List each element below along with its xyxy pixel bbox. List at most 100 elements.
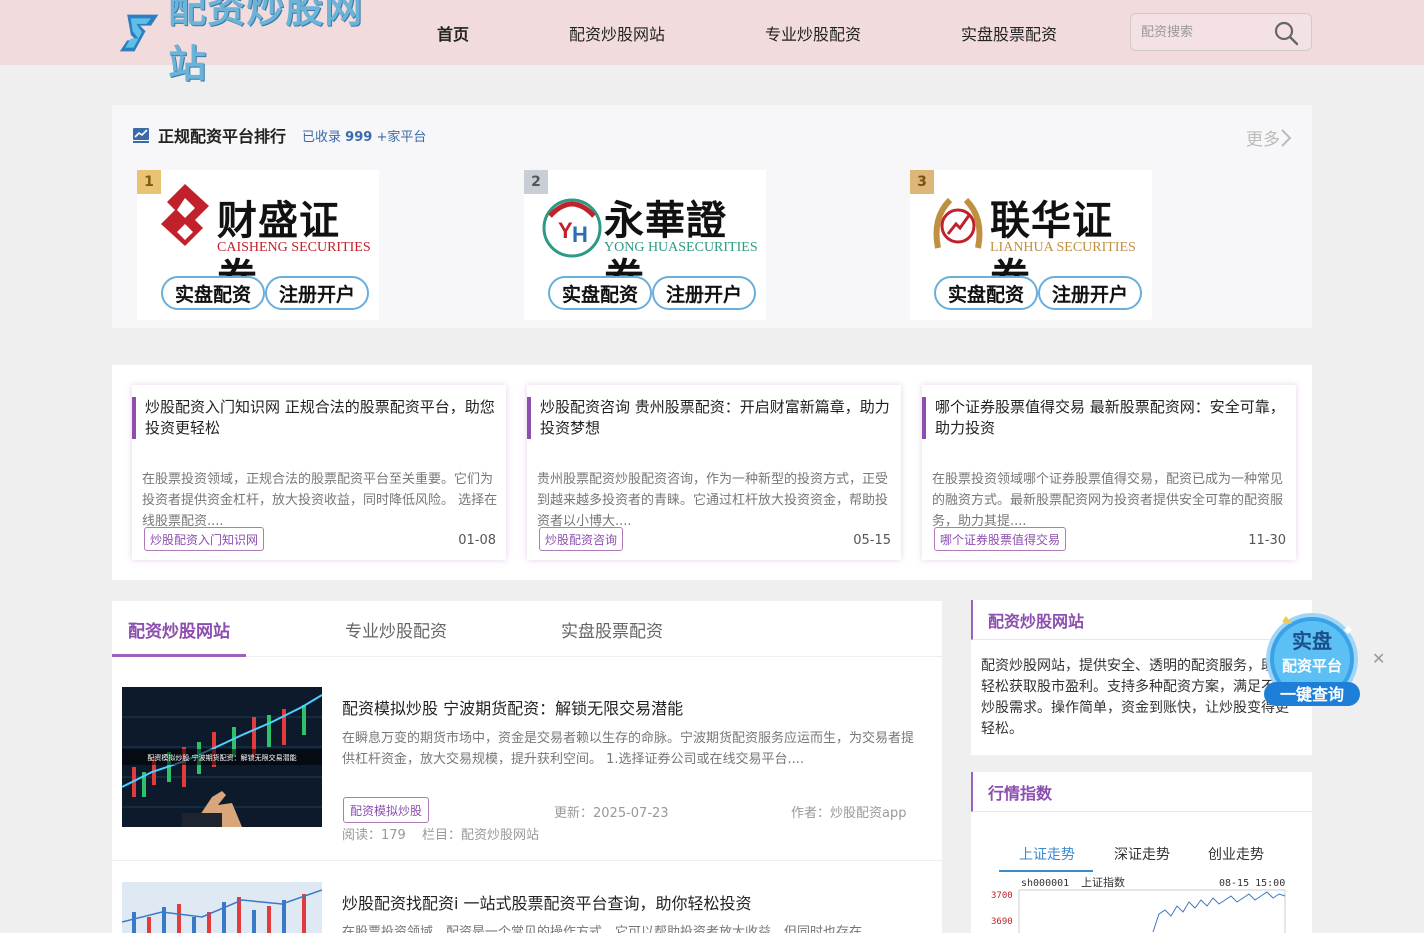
stock-chart-image: 配资模拟炒股 宁波期货配资：解锁无限交易潜能 bbox=[122, 687, 322, 827]
platform-name-en: LIANHUA SECURITIES bbox=[990, 240, 1136, 255]
nav-real-peizi[interactable]: 实盘股票配资 bbox=[961, 0, 1057, 65]
real-peizi-button[interactable]: 实盘配资 bbox=[161, 276, 266, 310]
article-title[interactable]: 哪个证券股票值得交易 最新股票配资网：安全可靠，助力投资 bbox=[922, 397, 1296, 439]
market-index-box: 行情指数 上证走势 深证走势 创业走势 sh000001 上证指数 08-15 … bbox=[971, 772, 1312, 933]
caisheng-logo-icon bbox=[161, 184, 209, 246]
article-tag[interactable]: 炒股配资咨询 bbox=[539, 527, 624, 551]
tab-shanghai[interactable]: 上证走势 bbox=[1019, 844, 1075, 864]
article-date: 11-30 bbox=[1248, 533, 1286, 548]
ranking-header: 正规配资平台排行 已收录 999 +家平台 bbox=[132, 123, 426, 147]
thumbnail-caption: 配资模拟炒股 宁波期货配资：解锁无限交易潜能 bbox=[147, 753, 296, 762]
query-widget[interactable]: 实盘 配资平台 一键查询 bbox=[1262, 612, 1362, 712]
article-card[interactable]: 哪个证券股票值得交易 最新股票配资网：安全可靠，助力投资 在股票投资领域哪个证券… bbox=[922, 385, 1296, 560]
article-summary: 在股票投资领域，正规合法的股票配资平台至关重要。它们为投资者提供资金杠杆，放大投… bbox=[142, 472, 498, 529]
post-tag[interactable]: 配资模拟炒股 bbox=[343, 797, 430, 823]
post-thumbnail[interactable]: 配资模拟炒股 宁波期货配资：解锁无限交易潜能 bbox=[122, 687, 322, 827]
index-chart: sh000001 上证指数 08-15 15:00 3700 3690 bbox=[991, 875, 1286, 933]
category-tabs: 配资炒股网站 专业炒股配资 实盘股票配资 bbox=[112, 601, 942, 657]
article-card[interactable]: 炒股配资入门知识网 正规合法的股票配资平台，助您投资更轻松 在股票投资领域，正规… bbox=[132, 385, 506, 560]
post-thumbnail[interactable] bbox=[122, 882, 322, 933]
real-peizi-button[interactable]: 实盘配资 bbox=[934, 276, 1039, 310]
index-line bbox=[1152, 891, 1286, 933]
nav-peizi-site[interactable]: 配资炒股网站 bbox=[569, 0, 665, 65]
platform-name-en: YONG HUASECURITIES bbox=[604, 240, 758, 255]
post-title[interactable]: 配资模拟炒股 宁波期货配资：解锁无限交易潜能 bbox=[342, 695, 683, 719]
article-list-panel: 配资炒股网站 专业炒股配资 实盘股票配资 配资模拟炒股 宁波期货配资：解锁无限交… bbox=[112, 601, 942, 933]
post-summary: 在股票投资领域，配资是一个常见的操作方式，它可以帮助投资者放大收益，但同时也存在 bbox=[342, 925, 863, 933]
index-name: 上证指数 bbox=[1081, 875, 1125, 889]
tab-real-peizi[interactable]: 实盘股票配资 bbox=[561, 617, 663, 642]
about-title: 配资炒股网站 bbox=[971, 600, 1312, 640]
ranking-title: 正规配资平台排行 bbox=[158, 127, 287, 146]
article-summary: 贵州股票配资炒股配资咨询，作为一种新型的投资方式，正受到越来越多投资者的青睐。它… bbox=[537, 472, 889, 529]
register-button[interactable]: 注册开户 bbox=[652, 276, 757, 310]
article-summary: 在股票投资领域哪个证券股票值得交易，配资已成为一种常见的融资方式。最新股票配资网… bbox=[932, 472, 1284, 529]
ranking-count: 已收录 999 +家平台 bbox=[302, 126, 426, 145]
platform-name-en: CAISHENG SECURITIES bbox=[217, 240, 371, 255]
chevron-right-icon bbox=[1281, 128, 1292, 147]
ranking-count-value: 999 bbox=[345, 129, 373, 145]
close-icon[interactable]: ✕ bbox=[1372, 651, 1386, 667]
index-tabs: 上证走势 深证走势 创业走势 bbox=[971, 822, 1312, 872]
search-icon[interactable] bbox=[1273, 20, 1299, 46]
svg-text:H: H bbox=[572, 222, 588, 247]
search-input[interactable] bbox=[1141, 14, 1261, 50]
post-author: 作者：炒股配资app bbox=[791, 806, 907, 821]
article-tag[interactable]: 哪个证券股票值得交易 bbox=[934, 527, 1067, 551]
tab-peizi-site[interactable]: 配资炒股网站 bbox=[128, 617, 230, 642]
lianhua-logo-icon bbox=[933, 197, 983, 249]
ranking-more-label: 更多 bbox=[1246, 130, 1280, 150]
yonghua-logo-icon: Y H bbox=[542, 198, 602, 258]
ranking-panel: 正规配资平台排行 已收录 999 +家平台 更多 1 财盛证券 CAISHENG… bbox=[112, 105, 1312, 328]
list-item: 配资模拟炒股 宁波期货配资：解锁无限交易潜能 配资模拟炒股 宁波期货配资：解锁无… bbox=[112, 687, 942, 861]
article-date: 05-15 bbox=[853, 533, 891, 548]
ranking-count-prefix: 已收录 bbox=[302, 129, 342, 145]
tab-pro-peizi[interactable]: 专业炒股配资 bbox=[345, 617, 447, 642]
site-header: 配资炒股网站 首页 配资炒股网站 专业炒股配资 实盘股票配资 bbox=[0, 0, 1424, 86]
y-tick-top: 3700 bbox=[991, 891, 1013, 901]
ranking-more-link[interactable]: 更多 bbox=[1246, 125, 1292, 150]
svg-text:Y: Y bbox=[558, 218, 573, 243]
article-tag[interactable]: 炒股配资入门知识网 bbox=[144, 527, 265, 551]
post-column: 栏目：配资炒股网站 bbox=[422, 828, 540, 843]
featured-articles: 炒股配资入门知识网 正规合法的股票配资平台，助您投资更轻松 在股票投资领域，正规… bbox=[112, 365, 1312, 580]
post-reads: 阅读：179 bbox=[342, 828, 406, 843]
widget-line3: 一键查询 bbox=[1280, 685, 1344, 704]
logo-icon bbox=[119, 14, 159, 52]
platform-card-caisheng[interactable]: 1 财盛证券 CAISHENG SECURITIES 实盘配资 注册开户 bbox=[137, 170, 379, 320]
about-box: 配资炒股网站 配资炒股网站，提供安全、透明的配资服务，助您轻松获取股市盈利。支持… bbox=[971, 600, 1312, 755]
index-time: 08-15 15:00 bbox=[1219, 878, 1285, 889]
site-logo[interactable]: 配资炒股网站 bbox=[118, 0, 383, 86]
tab-shenzhen[interactable]: 深证走势 bbox=[1114, 844, 1170, 864]
widget-line1: 实盘 bbox=[1292, 629, 1332, 653]
real-peizi-button[interactable]: 实盘配资 bbox=[548, 276, 653, 310]
register-button[interactable]: 注册开户 bbox=[265, 276, 370, 310]
search-box bbox=[1130, 13, 1312, 51]
post-summary: 在瞬息万变的期货市场中，资金是交易者赖以生存的命脉。宁波期货配资服务应运而生，为… bbox=[342, 731, 915, 767]
index-code: sh000001 bbox=[1021, 878, 1069, 889]
article-date: 01-08 bbox=[458, 533, 496, 548]
article-card[interactable]: 炒股配资咨询 贵州股票配资：开启财富新篇章，助力投资梦想 贵州股票配资炒股配资咨… bbox=[527, 385, 901, 560]
widget-line2: 配资平台 bbox=[1282, 657, 1342, 675]
article-title[interactable]: 炒股配资入门知识网 正规合法的股票配资平台，助您投资更轻松 bbox=[132, 397, 506, 439]
tab-chinext[interactable]: 创业走势 bbox=[1208, 844, 1264, 864]
list-item: 炒股配资找配资i 一站式股票配资平台查询，助你轻松投资 在股票投资领域，配资是一… bbox=[112, 882, 942, 933]
article-title[interactable]: 炒股配资咨询 贵州股票配资：开启财富新篇章，助力投资梦想 bbox=[527, 397, 901, 439]
ranking-count-suffix: +家平台 bbox=[376, 129, 427, 145]
index-title: 行情指数 bbox=[971, 772, 1312, 812]
post-updated: 更新：2025-07-23 bbox=[554, 806, 669, 821]
trend-chart-icon bbox=[133, 128, 149, 143]
nav-home[interactable]: 首页 bbox=[437, 0, 469, 65]
platform-card-yonghua[interactable]: 2 Y H 永華證券 YONG HUASECURITIES 实盘配资 注册开户 bbox=[524, 170, 766, 320]
y-tick-second: 3690 bbox=[991, 917, 1013, 927]
about-text: 配资炒股网站，提供安全、透明的配资服务，助您轻松获取股市盈利。支持多种配资方案，… bbox=[981, 658, 1289, 737]
register-button[interactable]: 注册开户 bbox=[1038, 276, 1143, 310]
platform-card-lianhua[interactable]: 3 联华证券 LIANHUA SECURITIES 实盘配资 注册开户 bbox=[910, 170, 1152, 320]
divider bbox=[112, 860, 942, 861]
post-title[interactable]: 炒股配资找配资i 一站式股票配资平台查询，助你轻松投资 bbox=[342, 890, 752, 914]
query-widget-badge: 实盘 配资平台 一键查询 bbox=[1264, 613, 1360, 706]
logo-text: 配资炒股网站 bbox=[168, 0, 364, 86]
active-tab-indicator bbox=[112, 654, 246, 657]
nav-pro-peizi[interactable]: 专业炒股配资 bbox=[765, 0, 861, 65]
stock-chart-image bbox=[122, 882, 322, 933]
